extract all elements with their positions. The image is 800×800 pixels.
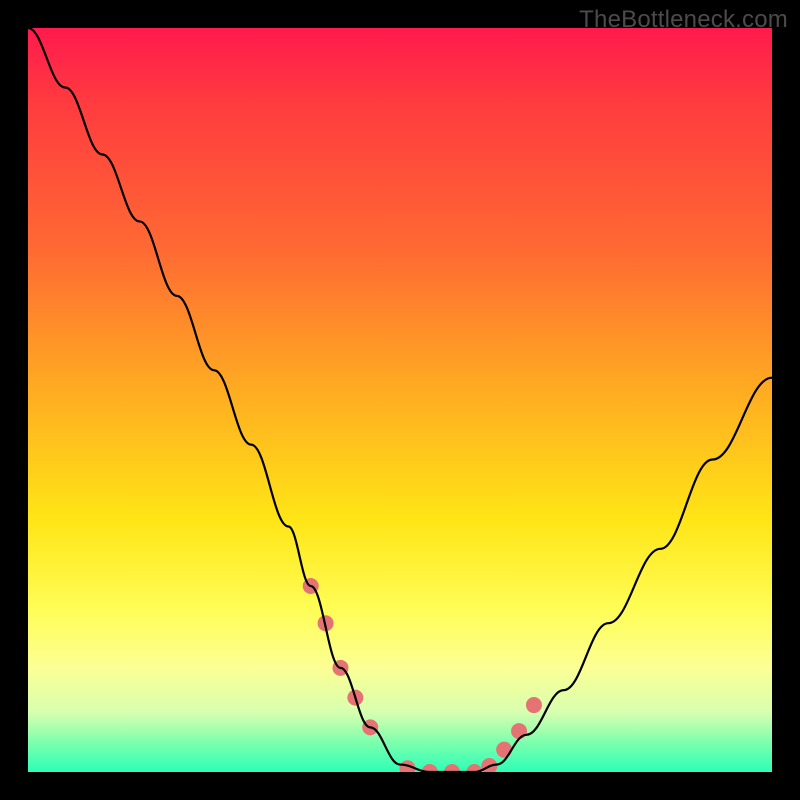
plot-area	[28, 28, 772, 772]
highlight-dot	[511, 723, 527, 739]
bottleneck-curve-path	[28, 28, 772, 772]
highlight-dot	[496, 742, 512, 758]
chart-overlay	[28, 28, 772, 772]
highlight-dot	[526, 697, 542, 713]
chart-frame: TheBottleneck.com	[0, 0, 800, 800]
highlight-dot	[444, 764, 460, 772]
marker-group	[303, 578, 542, 772]
